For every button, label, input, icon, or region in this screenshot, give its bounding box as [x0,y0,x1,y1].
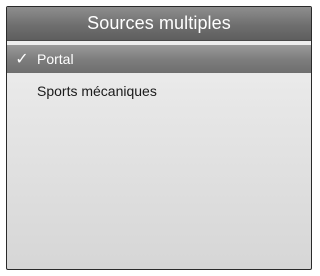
screen-title: Sources multiples [7,7,311,41]
checkmark-icon: ✓ [15,51,29,68]
list-item-portal[interactable]: ✓ Portal [7,45,311,73]
source-list: ✓ Portal Sports mécaniques [7,45,311,105]
list-item-label: Portal [37,51,74,67]
list-item-sports-mecaniques[interactable]: Sports mécaniques [7,77,311,105]
source-selection-screen: Sources multiples ✓ Portal Sports mécani… [6,6,312,270]
list-item-label: Sports mécaniques [37,83,157,99]
